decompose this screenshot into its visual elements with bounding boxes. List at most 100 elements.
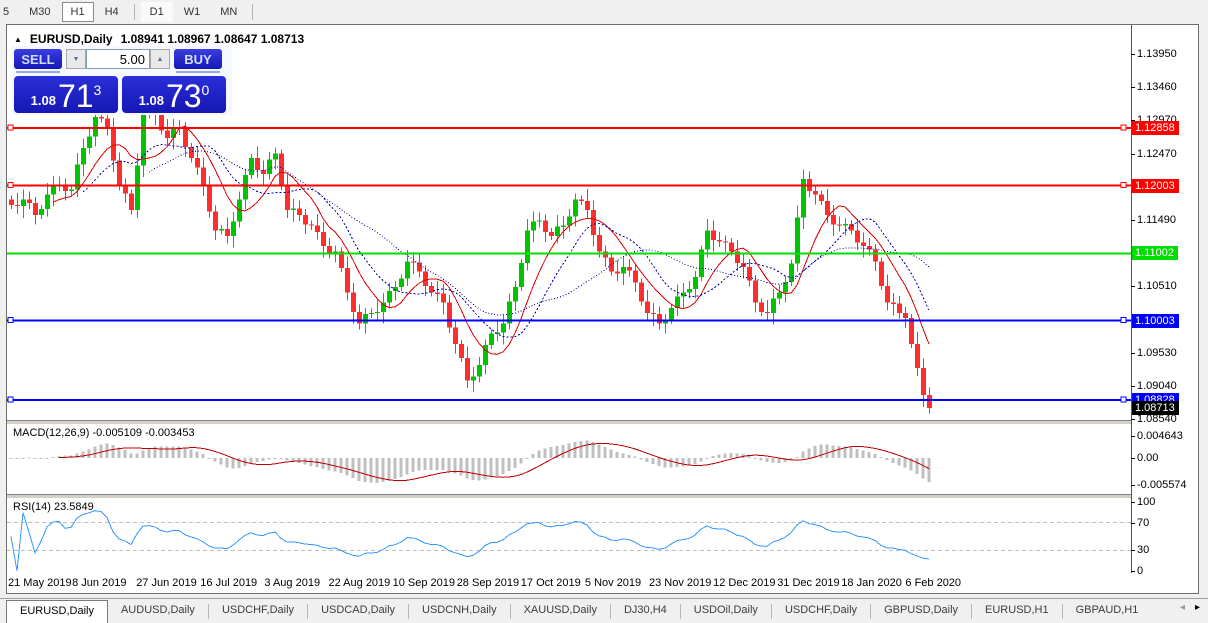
date-tick: 28 Sep 2019 <box>456 577 520 589</box>
price-axis <box>1131 25 1198 573</box>
macd-tick: -0.005574 <box>1131 479 1187 491</box>
volume-input[interactable] <box>86 49 150 69</box>
level-handle <box>7 182 14 189</box>
price-tick: 1.12470 <box>1131 148 1177 160</box>
timeframe-button-5[interactable]: 5 <box>0 2 18 22</box>
date-tick: 18 Jan 2020 <box>841 577 902 589</box>
price-tick: 1.10510 <box>1131 280 1177 292</box>
level-price-label: 1.10003 <box>1132 313 1179 328</box>
toolbar-separator <box>133 3 135 20</box>
rsi-tick: 70 <box>1131 517 1149 529</box>
axis-tick-mark <box>1131 502 1135 503</box>
macd-main-value: -0.005109 <box>92 427 143 439</box>
horizontal-levels <box>7 124 1131 403</box>
rsi-tick: 100 <box>1131 496 1155 508</box>
price-tick: 1.11490 <box>1131 214 1176 226</box>
axis-tick-mark <box>1131 352 1135 354</box>
timeframe-button-h1[interactable]: H1 <box>61 1 94 22</box>
date-tick: 17 Oct 2019 <box>520 577 581 589</box>
toolbar-separator <box>252 3 254 20</box>
level-price-label: 1.11002 <box>1132 246 1178 261</box>
tab-usdchf-daily[interactable]: USDCHF,Daily <box>209 599 307 623</box>
sell-price-point: 3 <box>93 82 102 98</box>
axis-tick-mark <box>1131 385 1135 387</box>
macd-signal-line <box>58 442 930 482</box>
tab-gbpusd-daily[interactable]: GBPUSD,Daily <box>871 599 971 623</box>
rsi-value: 23.5849 <box>53 501 94 513</box>
chart-tab-bar: EURUSD,Daily AUDUSD,Daily USDCHF,Daily USDC… <box>0 598 1208 623</box>
buy-price-point: 0 <box>201 82 210 98</box>
ma-fast-navy-line <box>82 144 930 338</box>
date-tick: 5 Nov 2019 <box>584 577 642 589</box>
tab-eurusd-daily[interactable]: EURUSD,Daily <box>6 600 108 623</box>
level-handle <box>7 124 14 131</box>
price-tick: 1.08540 <box>1131 413 1177 425</box>
date-tick: 6 Feb 2020 <box>905 577 962 589</box>
axis-tick-mark <box>1131 87 1135 89</box>
axis-tick-mark <box>1131 458 1135 459</box>
tab-usdoil-daily[interactable]: USDOil,Daily <box>681 599 771 623</box>
timeframe-button-w1[interactable]: W1 <box>175 2 210 22</box>
timeframe-button-d1[interactable]: D1 <box>140 1 173 22</box>
tab-eurusd-h1[interactable]: EURUSD,H1 <box>972 599 1062 623</box>
timeframe-toolbar: 5 M30 H1 H4 D1 W1 MN <box>0 0 1208 23</box>
axis-tick-mark <box>1131 484 1135 486</box>
level-handle <box>1120 182 1127 189</box>
tab-usdchf-daily[interactable]: USDCHF,Daily <box>772 599 870 623</box>
date-tick: 23 Nov 2019 <box>649 577 712 589</box>
axis-tick-mark <box>1131 154 1135 156</box>
sell-price-display[interactable]: 1.08 71 3 <box>14 76 118 113</box>
date-tick: 31 Dec 2019 <box>777 577 840 589</box>
rsi-tick: 0 <box>1131 565 1143 577</box>
tab-scroll-right-icon[interactable]: ▸ <box>1195 602 1200 613</box>
one-click-trading-panel: SELL ▼ ▲ BUY 1.08 71 3 1.08 73 0 <box>12 46 232 115</box>
timeframe-button-m30[interactable]: M30 <box>20 2 59 22</box>
axis-tick-mark <box>1131 550 1135 552</box>
tab-usdcnh-daily[interactable]: USDCNH,Daily <box>409 599 510 623</box>
axis-tick-mark <box>1131 286 1135 288</box>
price-tick: 1.13460 <box>1131 81 1177 93</box>
tab-scroll-left-icon[interactable]: ◂ <box>1180 602 1185 613</box>
buy-price-display[interactable]: 1.08 73 0 <box>122 76 226 113</box>
level-handle <box>7 396 14 403</box>
price-tick: 1.13950 <box>1131 48 1177 60</box>
tab-gbpaud-h1[interactable]: GBPAUD,H1 <box>1063 599 1152 623</box>
date-tick: 22 Aug 2019 <box>328 577 391 589</box>
tab-usdcad-daily[interactable]: USDCAD,Daily <box>308 599 408 623</box>
collapse-icon[interactable]: ▲ <box>14 35 22 44</box>
rsi-canvas[interactable] <box>7 498 1131 573</box>
price-tick: 1.09040 <box>1131 380 1177 392</box>
macd-tick: 0.00 <box>1131 452 1158 464</box>
level-handle <box>1120 396 1127 403</box>
current-price-label: 1.08713 <box>1132 400 1179 415</box>
rsi-tick: 30 <box>1131 544 1149 556</box>
volume-decrease-button[interactable]: ▼ <box>66 49 86 69</box>
macd-label: MACD(12,26,9) <box>13 427 90 439</box>
timeframe-button-h4[interactable]: H4 <box>96 2 128 22</box>
rsi-header: RSI(14) 23.5849 <box>13 501 94 513</box>
macd-signal-value: -0.003453 <box>145 427 195 439</box>
date-tick: 16 Jul 2019 <box>200 577 258 589</box>
buy-price-figure: 1.08 <box>138 93 164 108</box>
tab-xauusd-daily[interactable]: XAUUSD,Daily <box>511 599 610 623</box>
axis-tick-mark <box>1131 522 1135 524</box>
sell-price-pips: 71 <box>57 78 94 114</box>
axis-tick-mark <box>1131 419 1135 421</box>
macd-histogram <box>9 440 931 483</box>
buy-button[interactable]: BUY <box>174 49 222 73</box>
sell-price-figure: 1.08 <box>30 93 56 108</box>
chart-header: ▲ EURUSD,Daily 1.08941 1.08967 1.08647 1… <box>14 32 304 46</box>
level-handle <box>1120 317 1127 324</box>
date-tick: 8 Jun 2019 <box>72 577 127 589</box>
rsi-label: RSI(14) <box>13 501 51 513</box>
date-tick: 21 May 2019 <box>8 577 72 589</box>
macd-tick: 0.004643 <box>1131 430 1183 442</box>
timeframe-button-mn[interactable]: MN <box>211 2 246 22</box>
level-price-label: 1.12003 <box>1132 178 1179 193</box>
price-tick: 1.09530 <box>1131 347 1177 359</box>
sell-button[interactable]: SELL <box>14 49 62 73</box>
ohlc-values: 1.08941 1.08967 1.08647 1.08713 <box>120 32 305 46</box>
tab-dj30-h4[interactable]: DJ30,H4 <box>611 599 680 623</box>
tab-audusd-daily[interactable]: AUDUSD,Daily <box>108 599 208 623</box>
volume-increase-button[interactable]: ▲ <box>150 49 170 69</box>
